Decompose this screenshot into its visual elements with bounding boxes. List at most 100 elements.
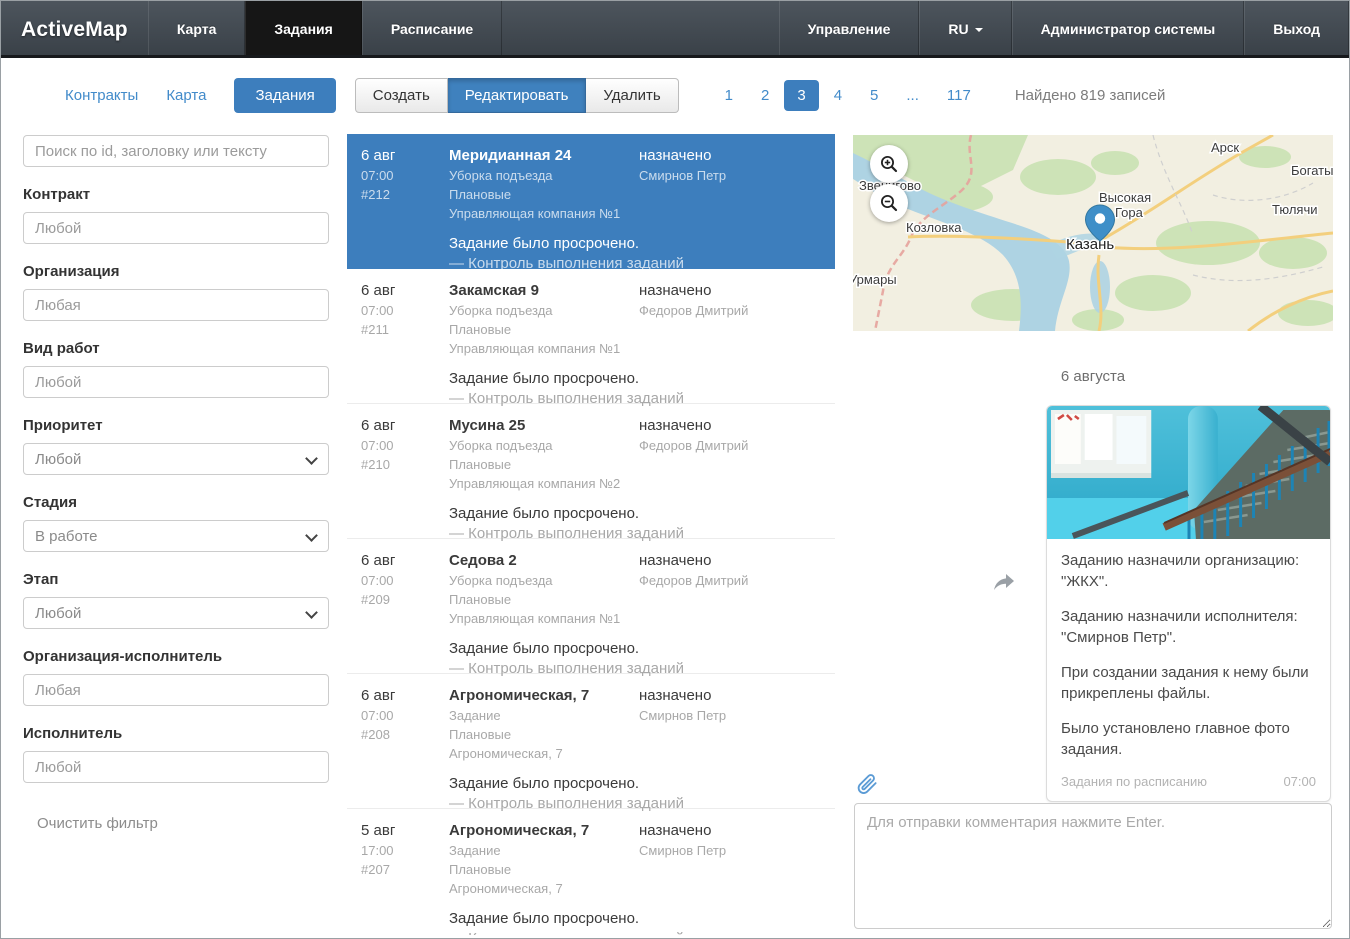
task-assignee: Смирнов Петр [639, 843, 821, 858]
task-title: Агрономическая, 7 [449, 687, 639, 704]
task-list-item[interactable]: 5 авг 17:00 #207 Агрономическая, 7 Задан… [347, 809, 835, 935]
task-list-item[interactable]: 6 авг 07:00 #210 Мусина 25 Уборка подъез… [347, 404, 835, 539]
task-status: назначено [639, 147, 821, 164]
task-info: Меридианная 24 Уборка подъезда Плановые … [449, 147, 639, 221]
subnav-link[interactable]: Контракты [65, 87, 138, 104]
task-main-photo[interactable] [1047, 406, 1330, 539]
task-meta: 6 авг 07:00 #210 [361, 417, 449, 542]
edit-button[interactable]: Редактировать [448, 78, 587, 113]
delete-button[interactable]: Удалить [586, 78, 678, 113]
pagination-page[interactable]: 4 [821, 80, 855, 111]
map-zoom-in-button[interactable] [870, 145, 908, 183]
task-group: Плановые [449, 457, 639, 472]
filter-label: Исполнитель [23, 725, 329, 742]
task-time: 07:00 [361, 303, 449, 318]
comment-input[interactable] [854, 803, 1332, 929]
task-worktype: Уборка подъезда [449, 438, 639, 453]
task-worktype: Уборка подъезда [449, 573, 639, 588]
filter-input[interactable] [23, 366, 329, 398]
task-note-source: — Контроль выполнения заданий [449, 795, 821, 812]
filter-input[interactable] [23, 751, 329, 783]
section-subnav: Контракты Карта Задания [65, 78, 336, 113]
filter-select-wrap: В работе [23, 520, 329, 552]
event-log-message: При создании задания к нему были прикреп… [1061, 662, 1316, 704]
search-input[interactable] [23, 135, 329, 167]
filter-field: Исполнитель [23, 725, 329, 783]
filter-field: Стадия В работе [23, 494, 329, 552]
task-assignment: назначено Смирнов Петр [639, 687, 821, 761]
filter-fields: Контракт Организация Вид работ Приоритет… [23, 186, 329, 783]
nav-management[interactable]: Управление [779, 1, 920, 55]
filter-field: Этап Любой [23, 571, 329, 629]
task-overdue-note: Задание было просрочено. [449, 370, 821, 387]
task-list-item[interactable]: 6 авг 07:00 #212 Меридианная 24 Уборка п… [347, 134, 835, 269]
task-assignment: назначено Смирнов Петр [639, 822, 821, 896]
app-logo[interactable]: ActiveMap [1, 1, 148, 55]
nav-tab[interactable]: Задания [245, 1, 361, 55]
pagination-page[interactable]: 5 [857, 80, 891, 111]
event-source: Задания по расписанию [1061, 774, 1207, 789]
nav-tab[interactable]: Расписание [362, 1, 502, 55]
pagination-page[interactable]: 3 [784, 80, 818, 111]
task-organization: Управляющая компания №1 [449, 611, 639, 626]
task-organization: Управляющая компания №1 [449, 206, 639, 221]
task-overdue-note: Задание было просрочено. [449, 910, 821, 927]
task-title: Агрономическая, 7 [449, 822, 639, 839]
toolbar: Контракты Карта Задания Создать Редактир… [1, 58, 1349, 133]
task-worktype: Уборка подъезда [449, 303, 639, 318]
task-info: Агрономическая, 7 Задание Плановые Агрон… [449, 687, 639, 761]
filter-field: Контракт [23, 186, 329, 244]
subnav-link[interactable]: Задания [234, 78, 335, 113]
task-id: #209 [361, 592, 449, 607]
task-note: Задание было просрочено. — Контроль выпо… [449, 370, 821, 407]
map-view[interactable]: ЗвениговоКозловкаУрмарыКазаньВысокаяГора… [853, 135, 1333, 331]
task-assignment: назначено Федоров Дмитрий [639, 417, 821, 491]
pagination: 1 2 3 4 5 ... 117 [711, 80, 985, 111]
task-title: Закамская 9 [449, 282, 639, 299]
task-list-item[interactable]: 6 авг 07:00 #208 Агрономическая, 7 Задан… [347, 674, 835, 809]
create-button[interactable]: Создать [355, 78, 448, 113]
pagination-page[interactable]: ... [893, 80, 932, 111]
nav-logout[interactable]: Выход [1244, 1, 1349, 55]
map-town-label: Урмары [853, 272, 897, 287]
map-town-label: Высокая [1099, 190, 1151, 205]
nav-tab[interactable]: Карта [148, 1, 246, 55]
subnav-link[interactable]: Карта [166, 87, 206, 104]
task-list-item[interactable]: 6 авг 07:00 #211 Закамская 9 Уборка подъ… [347, 269, 835, 404]
filter-input[interactable] [23, 212, 329, 244]
map-zoom-out-button[interactable] [870, 184, 908, 222]
task-status: назначено [639, 687, 821, 704]
task-date: 6 авг [361, 282, 449, 299]
task-organization: Агрономическая, 7 [449, 881, 639, 896]
task-info: Мусина 25 Уборка подъезда Плановые Управ… [449, 417, 639, 491]
share-forward-icon[interactable] [993, 573, 1015, 596]
language-code: RU [948, 21, 968, 37]
filter-select[interactable]: В работе [23, 520, 329, 552]
pagination-page[interactable]: 117 [934, 80, 984, 111]
main-nav: Карта Задания Расписание [148, 1, 502, 55]
task-status: назначено [639, 282, 821, 299]
filter-select[interactable]: Любой [23, 597, 329, 629]
pagination-page[interactable]: 1 [712, 80, 746, 111]
nav-user[interactable]: Администратор системы [1012, 1, 1245, 55]
task-group: Плановые [449, 862, 639, 877]
map-town-label: Богатые [1291, 163, 1333, 178]
attach-file-icon[interactable] [856, 773, 878, 800]
clear-filter-link[interactable]: Очистить фильтр [37, 815, 158, 832]
map-town-label: Тюлячи [1272, 202, 1318, 217]
task-date: 6 авг [361, 147, 449, 164]
photo-window [1051, 410, 1151, 478]
event-card-body: Заданию назначили организацию: "ЖКХ". За… [1047, 539, 1330, 801]
nav-language-dropdown[interactable]: RU [919, 1, 1011, 55]
filter-label: Вид работ [23, 340, 329, 357]
filter-input[interactable] [23, 289, 329, 321]
pagination-page[interactable]: 2 [748, 80, 782, 111]
task-list-item[interactable]: 6 авг 07:00 #209 Седова 2 Уборка подъезд… [347, 539, 835, 674]
filter-input[interactable] [23, 674, 329, 706]
task-assignee: Федоров Дмитрий [639, 573, 821, 588]
event-log-messages: Заданию назначили организацию: "ЖКХ". За… [1061, 550, 1316, 760]
filter-field: Приоритет Любой [23, 417, 329, 475]
filter-field: Вид работ [23, 340, 329, 398]
filter-select[interactable]: Любой [23, 443, 329, 475]
filter-label: Организация-исполнитель [23, 648, 329, 665]
